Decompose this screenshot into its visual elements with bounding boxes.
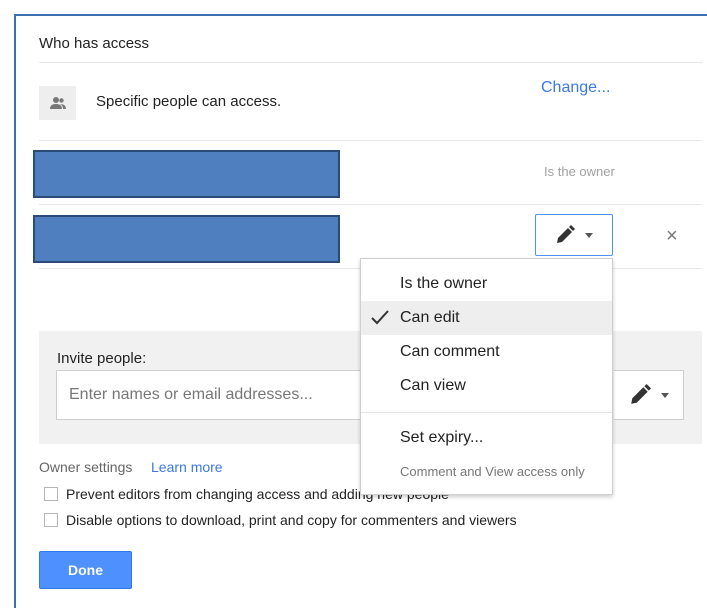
- dialog-title: Who has access: [39, 35, 150, 52]
- change-access-link[interactable]: Change...: [541, 79, 610, 97]
- menu-separator: [361, 412, 612, 413]
- invite-label: Invite people:: [57, 350, 147, 367]
- invite-role-button[interactable]: [614, 370, 684, 420]
- caret-down-icon: [660, 392, 669, 398]
- role-dropdown-menu: Is the owner Can edit Can comment Can vi…: [360, 258, 613, 495]
- redacted-user-owner: [33, 150, 340, 198]
- owner-role-label: Is the owner: [544, 164, 615, 179]
- editor-role-button[interactable]: [535, 214, 613, 256]
- divider: [39, 204, 702, 205]
- done-button[interactable]: Done: [39, 551, 132, 589]
- pencil-icon: [557, 225, 575, 243]
- owner-settings-label: Owner settings: [39, 459, 133, 475]
- menu-item-label: Can edit: [400, 309, 460, 326]
- learn-more-link[interactable]: Learn more: [151, 459, 223, 475]
- pencil-icon: [630, 384, 651, 404]
- close-icon[interactable]: ×: [666, 226, 678, 246]
- menu-item-label: Can comment: [400, 343, 500, 360]
- menu-item-label: Can view: [400, 377, 466, 394]
- people-icon: [39, 86, 76, 120]
- menu-item-label: Is the owner: [400, 275, 488, 292]
- menu-item-is-owner[interactable]: Is the owner: [361, 267, 612, 301]
- menu-item-can-edit[interactable]: Can edit: [361, 301, 612, 335]
- prevent-editors-checkbox[interactable]: [44, 487, 58, 501]
- disable-download-label: Disable options to download, print and c…: [66, 512, 517, 528]
- menu-item-set-expiry[interactable]: Set expiry...: [361, 421, 612, 455]
- divider: [39, 62, 702, 63]
- expiry-note: Comment and View access only: [400, 464, 585, 479]
- menu-item-can-comment[interactable]: Can comment: [361, 335, 612, 369]
- menu-item-can-view[interactable]: Can view: [361, 369, 612, 403]
- redacted-user-editor: [33, 215, 340, 263]
- access-status-text: Specific people can access.: [96, 93, 282, 110]
- invite-input[interactable]: [56, 370, 362, 420]
- menu-item-label: Set expiry...: [400, 429, 484, 446]
- caret-down-icon: [585, 232, 593, 238]
- checkmark-icon: [371, 310, 389, 325]
- divider: [39, 140, 702, 141]
- disable-download-checkbox[interactable]: [44, 513, 58, 527]
